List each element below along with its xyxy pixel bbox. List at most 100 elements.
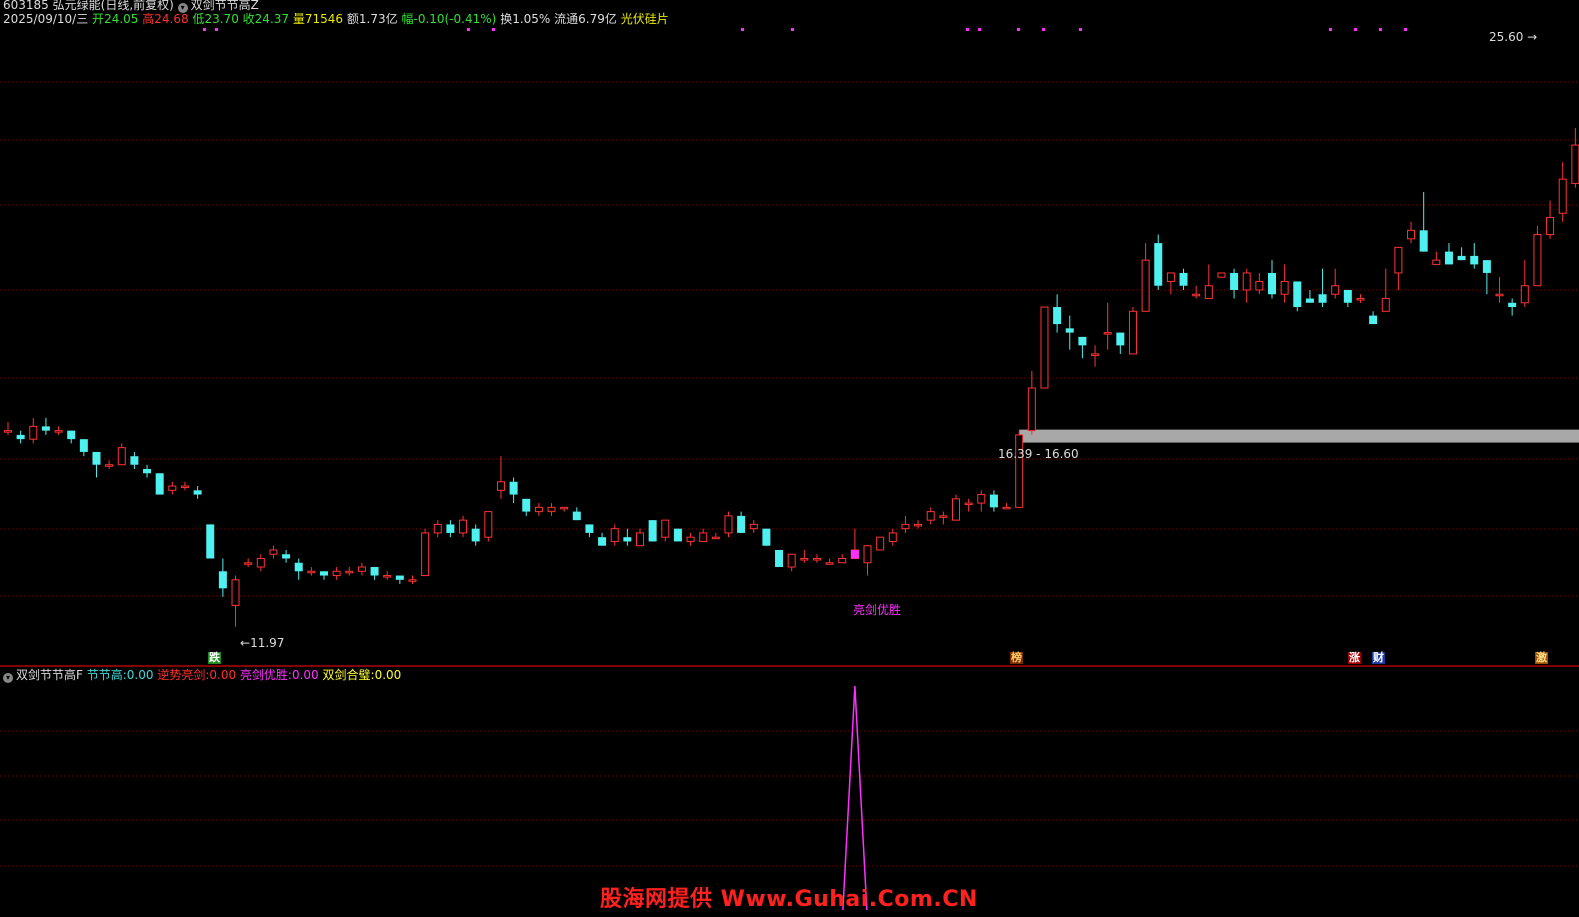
indicator-name[interactable]: 双剑节节高F [16, 668, 83, 682]
chevron-down-icon[interactable]: ▾ [3, 673, 13, 683]
candle-body-up [939, 515, 948, 518]
candle-body-down [775, 549, 784, 568]
candle-body-up [560, 506, 569, 510]
candle-body-down [155, 473, 164, 495]
indicator-item-ljys-value: 0.00 [291, 668, 319, 682]
candle-body-down [623, 537, 632, 542]
low-value: 23.70 [204, 12, 239, 26]
indicator-item-nslj-value: 0.00 [209, 668, 237, 682]
candle-body-up [1558, 178, 1567, 214]
candle-body-up [1103, 332, 1112, 335]
candle-body-down [193, 490, 202, 495]
candle-body-up [812, 557, 821, 561]
signal-dot [791, 28, 794, 31]
high-label: 高 [142, 12, 155, 26]
high-value: 24.68 [154, 12, 189, 26]
candle-body-up [459, 519, 468, 534]
candle-body-up [787, 553, 796, 568]
candle-body-up [1407, 229, 1416, 240]
quote-bar: 2025/09/10/三 开24.05 高24.68 低23.70 收24.37… [3, 12, 669, 26]
candle-body-down [16, 434, 25, 440]
marker-list[interactable]: 榜 [1010, 652, 1023, 664]
candle-body-down [370, 567, 379, 576]
candle-body-up [1533, 234, 1542, 287]
change-value: -0.10(-0.41%) [413, 12, 497, 26]
candle-body-up [1331, 285, 1340, 295]
indicator-item-sjhb-label: 双剑合璧: [322, 668, 375, 682]
signal-dot [203, 28, 206, 31]
candle-body-up [952, 498, 960, 521]
candle-body-up [686, 536, 695, 542]
candle-body-up [1015, 434, 1024, 508]
candle-body-up [408, 579, 417, 582]
candle-body-down [218, 571, 227, 589]
candle-body-up [433, 523, 442, 534]
signal-dot [467, 28, 470, 31]
candle-body-down [1078, 336, 1087, 346]
sector-tag[interactable]: 光伏硅片 [621, 12, 669, 26]
candle-body-up [876, 536, 885, 551]
candle-body-up [1166, 272, 1175, 282]
candle-body-down [522, 498, 531, 512]
candle-body-up [1242, 272, 1251, 291]
indicator-item-nslj-label: 逆势亮剑: [157, 668, 210, 682]
candlestick-chart[interactable] [0, 0, 1579, 917]
main-indicator-name[interactable]: 双剑节节高Z [191, 0, 259, 12]
candle-body-up [1141, 259, 1150, 312]
candle-body-up [231, 579, 240, 606]
open-value: 24.05 [104, 12, 139, 26]
marker-rise[interactable]: 涨 [1348, 652, 1361, 664]
candle-body-up [1091, 353, 1100, 356]
candle-body-up [800, 557, 809, 561]
candle-body-up [1128, 310, 1137, 355]
candle-body-up [901, 523, 910, 530]
signal-dot [1017, 28, 1020, 31]
kline-window: 603185 弘元绿能(日线,前复权) ▾ 双剑节节高Z 2025/09/10/三… [0, 0, 1579, 917]
candle-body-down [446, 524, 455, 533]
candle-body-up [1040, 306, 1049, 389]
candle-body-up [977, 494, 986, 504]
candle-body-up [699, 532, 708, 542]
candle-body-up [484, 511, 493, 538]
candle-body-down [1482, 260, 1491, 273]
candle-body-up [749, 523, 758, 530]
candle-body-down [762, 528, 771, 546]
candle-body-up [547, 506, 556, 513]
candle-body-up [4, 430, 12, 433]
candle-body-down [1179, 272, 1188, 286]
candle-body-up [1204, 285, 1213, 300]
candle-body-up [926, 511, 935, 521]
candle-body-up [825, 562, 834, 565]
candle-body-up [383, 575, 392, 578]
candle-body-down [92, 451, 101, 465]
candle-body-up [1571, 144, 1579, 184]
candle-body-up [1280, 280, 1289, 295]
candle-body-up [661, 519, 670, 538]
candle-body-down [41, 426, 50, 431]
candle-body-up [888, 532, 897, 542]
marker-fall[interactable]: 跌 [208, 652, 221, 664]
marker-finance[interactable]: 财 [1372, 652, 1385, 664]
indicator-bar: ▾ 双剑节节高F 节节高:0.00 逆势亮剑:0.00 亮剑优胜:0.00 双剑合… [3, 668, 401, 683]
signal-spike-line [842, 685, 868, 911]
candle-body-up [1002, 506, 1011, 510]
candle-body-down [79, 439, 88, 452]
candle-body-up [1255, 280, 1264, 291]
candle-body-down [1369, 315, 1378, 325]
candle-body-up [168, 485, 177, 491]
candle-body-up [1381, 298, 1390, 312]
candle-body-up [863, 545, 872, 564]
candle-body-down [648, 520, 657, 542]
amount-value: 1.73亿 [358, 12, 398, 26]
signal-dot [215, 28, 218, 31]
candle-body-down [1293, 281, 1302, 308]
candle-body-up [345, 570, 354, 574]
indicator-item-sjhb-value: 0.00 [374, 668, 402, 682]
signal-dot [1079, 28, 1082, 31]
candle-body-down [1318, 294, 1327, 303]
signal-dot [1354, 28, 1357, 31]
signal-candle [850, 549, 859, 559]
stock-name: 弘元绿能(日线,前复权) [52, 0, 174, 12]
marker-surge[interactable]: 激 [1535, 652, 1548, 664]
candle-body-down [737, 515, 746, 533]
